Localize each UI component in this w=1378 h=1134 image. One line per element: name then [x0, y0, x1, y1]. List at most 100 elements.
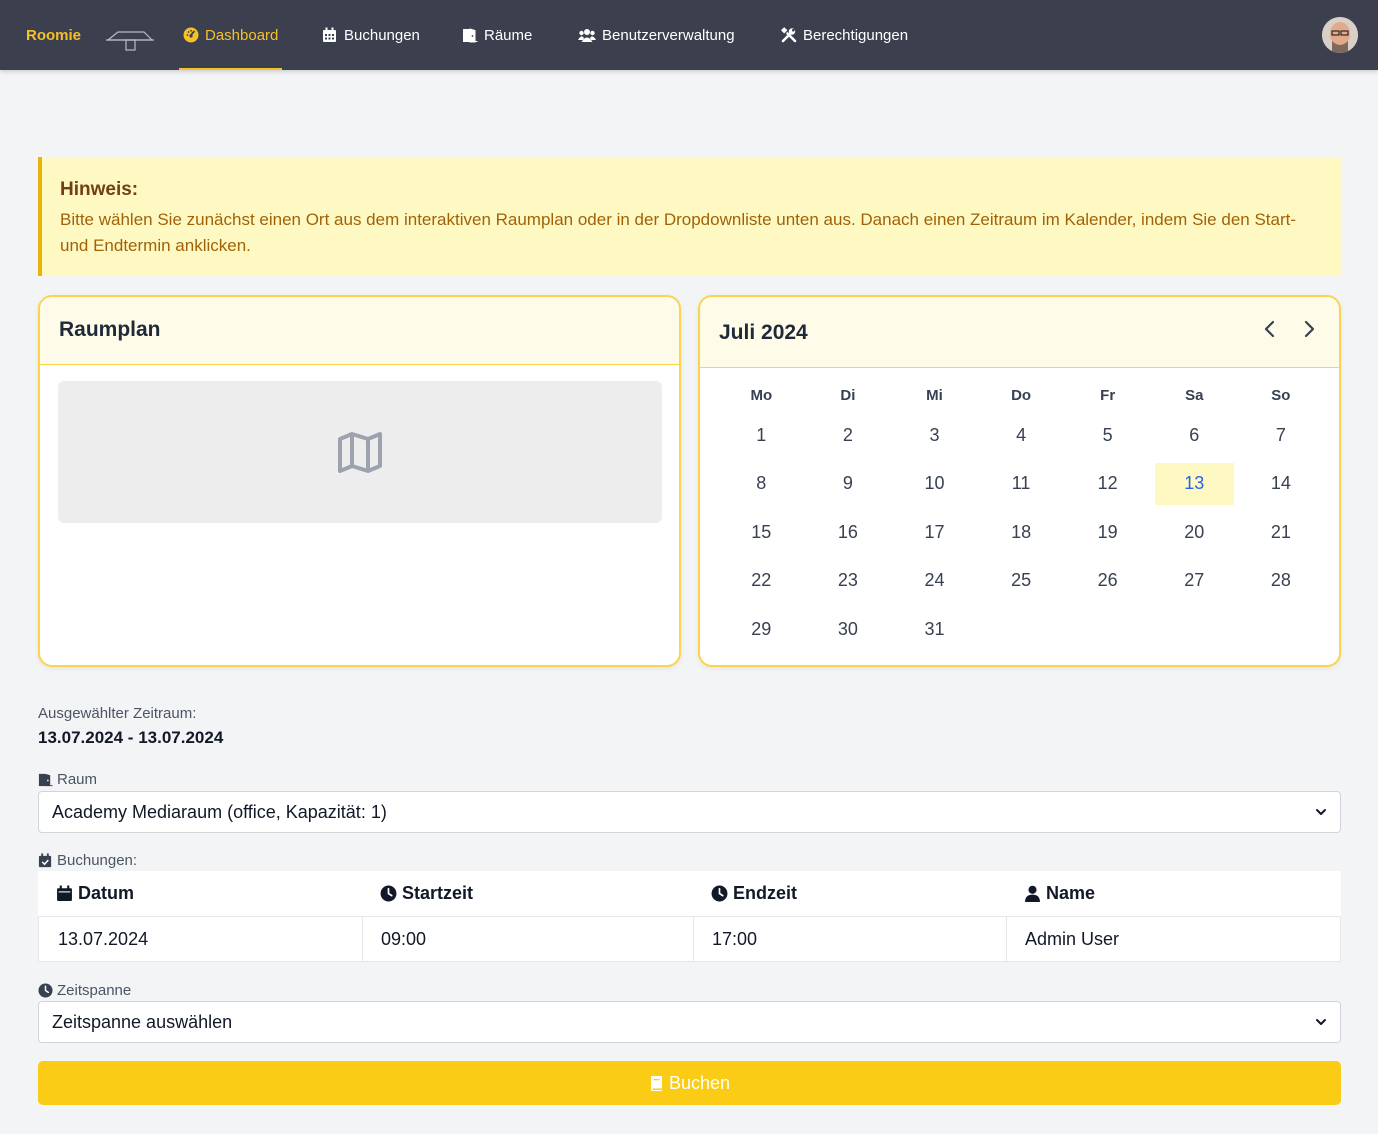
calendar-day[interactable]: 16: [805, 508, 892, 557]
calendar-day[interactable]: 22: [718, 557, 805, 606]
cell-name: Admin User: [1006, 917, 1341, 961]
calendar-day[interactable]: 2: [805, 411, 892, 460]
chevron-right-icon: [1304, 320, 1315, 338]
calendar-day[interactable]: 4: [978, 411, 1065, 460]
door-icon: [38, 773, 53, 787]
calendar-day[interactable]: 30: [805, 605, 892, 654]
calendar-day[interactable]: 20: [1151, 508, 1238, 557]
calendar-day[interactable]: 31: [891, 605, 978, 654]
calendar-day[interactable]: 8: [718, 460, 805, 509]
calendar-day[interactable]: 21: [1238, 508, 1325, 557]
nav-raeume[interactable]: Räume: [462, 0, 532, 70]
nav-buchungen-label: Buchungen: [344, 26, 420, 44]
nav-benutzerverwaltung[interactable]: Benutzerverwaltung: [578, 0, 735, 70]
calendar-day[interactable]: 25: [978, 557, 1065, 606]
nav-berechtigungen[interactable]: Berechtigungen: [781, 0, 908, 70]
calendar-day[interactable]: 19: [1064, 508, 1151, 557]
calendar-check-icon: [38, 853, 52, 868]
book-icon: [650, 1076, 662, 1091]
calendar-icon: [57, 885, 72, 901]
column-header-label: Name: [1046, 883, 1096, 903]
calendar-day[interactable]: 23: [805, 557, 892, 606]
nav-dashboard-label: Dashboard: [205, 26, 279, 44]
bookings-label-text: Buchungen:: [57, 852, 138, 869]
user-icon: [1025, 885, 1040, 902]
calendar-week-row: 29 30 31: [718, 605, 1324, 654]
nav-buchungen[interactable]: Buchungen: [322, 0, 420, 70]
calendar-week-row: 22 23 24 25 26 27 28: [718, 557, 1324, 606]
timespan-select[interactable]: Zeitspanne auswählen: [38, 1001, 1341, 1043]
calendar-day[interactable]: 26: [1064, 557, 1151, 606]
timespan-select-value: Zeitspanne auswählen: [52, 1011, 233, 1032]
clock-icon: [380, 885, 397, 902]
calendar-day[interactable]: 15: [718, 508, 805, 557]
calendar-day[interactable]: 5: [1064, 411, 1151, 460]
cell-endzeit: 17:00: [693, 917, 1006, 961]
calendar-day[interactable]: 11: [978, 460, 1065, 509]
user-photo-icon: [1322, 17, 1358, 53]
calendar-day[interactable]: 24: [891, 557, 978, 606]
weekday-label: Mo: [750, 386, 773, 404]
calendar-day[interactable]: 18: [978, 508, 1065, 557]
top-navbar: Roomie Dashboard Buchungen Räume Benutze…: [0, 0, 1378, 70]
room-label-text: Raum: [57, 771, 98, 788]
chevron-down-icon: [1316, 1019, 1326, 1025]
calendar-day[interactable]: 28: [1238, 557, 1325, 606]
calendar-weekday-row: Mo Di Mi Do Fr Sa So: [718, 379, 1324, 411]
tools-icon: [781, 27, 797, 43]
weekday-label: Sa: [1185, 386, 1204, 404]
bookings-table: Datum Startzeit Endzeit Name 13.07.2024 …: [38, 871, 1341, 962]
calendar-day[interactable]: 3: [891, 411, 978, 460]
brand-name[interactable]: Roomie: [26, 27, 81, 44]
raumplan-card: Raumplan: [38, 295, 681, 667]
calendar-day[interactable]: 10: [891, 460, 978, 509]
calendar-week-row: 15 16 17 18 19 20 21: [718, 508, 1324, 557]
column-header-datum: Datum: [38, 871, 362, 916]
calendar-next-button[interactable]: [1297, 317, 1321, 341]
calendar-day-selected[interactable]: 13: [1154, 462, 1234, 505]
calendar-empty-cell: [1151, 605, 1238, 654]
calendar-prev-button[interactable]: [1258, 317, 1282, 341]
calendar-empty-cell: [1238, 605, 1325, 654]
nav-berechtigungen-label: Berechtigungen: [803, 26, 909, 44]
clock-icon: [711, 885, 728, 902]
weekday-label: Mi: [926, 386, 943, 404]
calendar-day[interactable]: 14: [1238, 460, 1325, 509]
table-header: Datum Startzeit Endzeit Name: [38, 871, 1341, 917]
nav-raeume-label: Räume: [484, 26, 533, 44]
column-header-label: Startzeit: [402, 883, 474, 903]
calendar-week-row: 8 9 10 11 12 13 14: [718, 460, 1324, 509]
room-label: Raum: [38, 771, 97, 788]
selected-range-label: Ausgewählter Zeitraum:: [38, 705, 197, 722]
table-row[interactable]: 13.07.2024 09:00 17:00 Admin User: [38, 917, 1341, 962]
user-avatar[interactable]: [1322, 17, 1358, 53]
calendar-day[interactable]: 9: [805, 460, 892, 509]
weekday-label: Fr: [1100, 386, 1116, 404]
column-header-label: Datum: [78, 883, 135, 903]
floor-plan-placeholder[interactable]: [58, 381, 662, 523]
calendar-card: Juli 2024 Mo Di Mi Do Fr Sa So 123456789…: [698, 295, 1341, 667]
calendar-day[interactable]: 17: [891, 508, 978, 557]
column-header-label: Endzeit: [733, 883, 798, 903]
calendar-week-row: 1234567: [718, 411, 1324, 460]
gauge-icon: [183, 27, 199, 43]
calendar-grid: Mo Di Mi Do Fr Sa So 1 2 3 4 5 6 7 8 9 10 11 12 13 14…: [718, 379, 1324, 654]
calendar-day[interactable]: 6: [1151, 411, 1238, 460]
calendar-day[interactable]: 29: [718, 605, 805, 654]
timespan-label-text: Zeitspanne: [57, 982, 132, 999]
clock-icon: [38, 983, 53, 998]
room-select[interactable]: Academy Mediaraum (office, Kapazität: 1): [38, 791, 1341, 833]
weekday-label: So: [1271, 386, 1291, 404]
calendar-day[interactable]: 12: [1064, 460, 1151, 509]
calendar-day[interactable]: 7: [1238, 411, 1325, 460]
calendar-icon: [323, 27, 336, 42]
calendar-day[interactable]: 27: [1151, 557, 1238, 606]
calendar-empty-cell: [978, 605, 1065, 654]
door-icon: [463, 28, 478, 43]
room-select-value: Academy Mediaraum (office, Kapazität: 1): [52, 801, 387, 822]
book-button[interactable]: Buchen: [38, 1061, 1341, 1105]
calendar-day[interactable]: 1: [718, 411, 805, 460]
chevron-left-icon: [1264, 320, 1275, 338]
nav-dashboard[interactable]: Dashboard: [178, 0, 283, 70]
alert-text: Bitte wählen Sie zunächst einen Ort aus …: [60, 210, 1297, 255]
